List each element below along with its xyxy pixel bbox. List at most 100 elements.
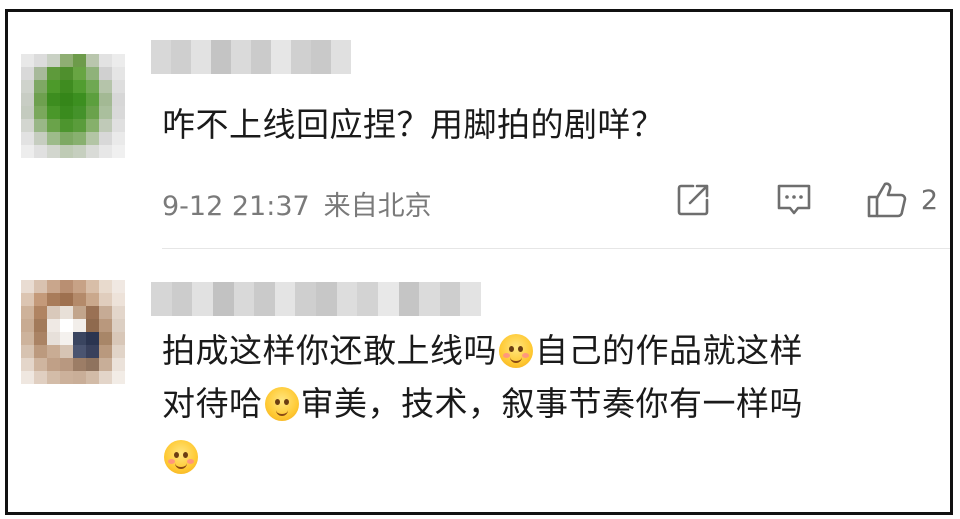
avatar-pixel xyxy=(86,93,99,106)
avatar-pixel xyxy=(60,145,73,158)
username-pixel xyxy=(439,282,461,316)
username-pixel xyxy=(377,282,399,316)
avatar-pixel xyxy=(34,54,47,67)
avatar-pixel xyxy=(112,119,125,132)
avatar-pixel xyxy=(99,319,112,332)
avatar-pixel xyxy=(47,293,60,306)
avatar-pixel xyxy=(60,80,73,93)
username-pixel xyxy=(171,40,191,74)
avatar[interactable] xyxy=(21,54,125,158)
comment-text: 拍成这样你还敢上线吗 自己的作品就这样 对待哈 审美，技术，叙事节奏你有一样吗 xyxy=(162,324,803,483)
avatar-pixel xyxy=(73,293,86,306)
avatar-pixel xyxy=(86,358,99,371)
avatar-pixel xyxy=(34,293,47,306)
reply-button[interactable] xyxy=(774,180,814,220)
avatar-pixel xyxy=(112,132,125,145)
avatar-pixel xyxy=(73,345,86,358)
username-pixel xyxy=(191,40,211,74)
avatar-pixel xyxy=(21,371,34,384)
avatar-pixel xyxy=(112,80,125,93)
avatar-pixel xyxy=(34,319,47,332)
avatar-pixel xyxy=(99,93,112,106)
avatar-pixel xyxy=(99,106,112,119)
avatar-pixel xyxy=(99,293,112,306)
avatar-pixel xyxy=(99,371,112,384)
username-pixel xyxy=(291,40,311,74)
avatar-pixel xyxy=(86,145,99,158)
avatar-pixel xyxy=(34,119,47,132)
avatar-pixel xyxy=(34,145,47,158)
username-pixel xyxy=(171,282,193,316)
avatar-pixel xyxy=(47,358,60,371)
avatar-pixel xyxy=(73,358,86,371)
share-icon xyxy=(677,184,709,216)
username-pixel xyxy=(460,282,481,316)
smiling-face-icon xyxy=(264,387,299,421)
comment-text: 咋不上线回应捏？用脚拍的剧咩？ xyxy=(162,98,665,151)
avatar-pixel xyxy=(112,145,125,158)
avatar-pixel xyxy=(99,332,112,345)
avatar-pixel xyxy=(34,132,47,145)
avatar-pixel xyxy=(60,358,73,371)
avatar-pixel xyxy=(73,106,86,119)
comment-text-line xyxy=(162,430,803,483)
share-button[interactable] xyxy=(674,180,712,220)
username-pixel xyxy=(331,40,351,74)
avatar-pixel xyxy=(34,345,47,358)
like-button[interactable]: 2 xyxy=(865,180,938,220)
username-pixel xyxy=(274,282,296,316)
avatar-pixel xyxy=(60,280,73,293)
username-pixel xyxy=(211,40,231,74)
avatar-pixel xyxy=(73,306,86,319)
avatar-pixel xyxy=(21,280,34,293)
avatar-pixel xyxy=(21,306,34,319)
thumbs-up-icon xyxy=(867,182,907,218)
avatar-pixel xyxy=(86,293,99,306)
username-pixel xyxy=(233,282,255,316)
avatar-pixel xyxy=(21,132,34,145)
avatar-pixel xyxy=(60,119,73,132)
avatar-pixel xyxy=(73,54,86,67)
avatar-pixel xyxy=(21,358,34,371)
username-pixel xyxy=(254,282,275,316)
username-blurred[interactable] xyxy=(151,40,351,74)
avatar-pixel xyxy=(60,319,73,332)
avatar-pixel xyxy=(47,280,60,293)
avatar-pixel xyxy=(34,280,47,293)
avatar-pixel xyxy=(60,67,73,80)
avatar-pixel xyxy=(86,345,99,358)
username-pixel xyxy=(316,282,337,316)
avatar-pixel xyxy=(34,80,47,93)
comment-item: 拍成这样你还敢上线吗 自己的作品就这样 对待哈 审美，技术，叙事节奏你有一样吗 xyxy=(8,256,950,512)
avatar-pixel xyxy=(21,319,34,332)
avatar-pixel xyxy=(47,332,60,345)
avatar-pixel xyxy=(112,358,125,371)
avatar-pixel xyxy=(34,93,47,106)
avatar-pixel xyxy=(99,54,112,67)
avatar-pixel xyxy=(86,306,99,319)
avatar-pixel xyxy=(86,54,99,67)
username-pixel xyxy=(357,282,378,316)
username-pixel xyxy=(398,282,420,316)
avatar-pixel xyxy=(86,371,99,384)
username-pixel xyxy=(192,282,213,316)
avatar-pixel xyxy=(86,319,99,332)
avatar-pixel xyxy=(112,280,125,293)
username-blurred[interactable] xyxy=(151,282,481,316)
avatar-pixel xyxy=(21,145,34,158)
avatar-pixel xyxy=(60,132,73,145)
avatar-pixel xyxy=(47,319,60,332)
comment-text-line: 拍成这样你还敢上线吗 自己的作品就这样 xyxy=(162,331,803,370)
avatar-pixel xyxy=(99,145,112,158)
avatar-pixel xyxy=(34,306,47,319)
avatar-pixel xyxy=(34,358,47,371)
comment-list: 咋不上线回应捏？用脚拍的剧咩？ 9-12 21:37 来自北京 2 拍成这样你还… xyxy=(5,9,953,515)
avatar-pixel xyxy=(21,93,34,106)
avatar-pixel xyxy=(112,67,125,80)
avatar-pixel xyxy=(60,93,73,106)
avatar-pixel xyxy=(86,119,99,132)
avatar-pixel xyxy=(73,67,86,80)
comment-location: 来自北京 xyxy=(323,191,432,222)
avatar[interactable] xyxy=(21,280,125,384)
avatar-pixel xyxy=(73,93,86,106)
